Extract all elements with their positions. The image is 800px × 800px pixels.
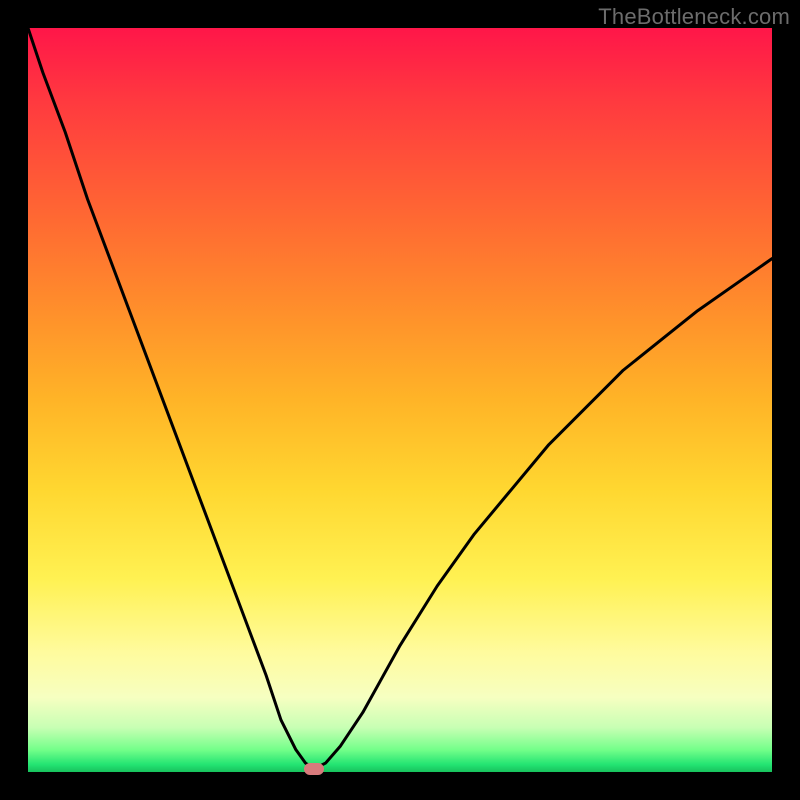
minimum-marker	[304, 763, 324, 775]
chart-frame: TheBottleneck.com	[0, 0, 800, 800]
plot-area	[28, 28, 772, 772]
bottleneck-curve	[28, 28, 772, 772]
watermark-text: TheBottleneck.com	[598, 4, 790, 30]
